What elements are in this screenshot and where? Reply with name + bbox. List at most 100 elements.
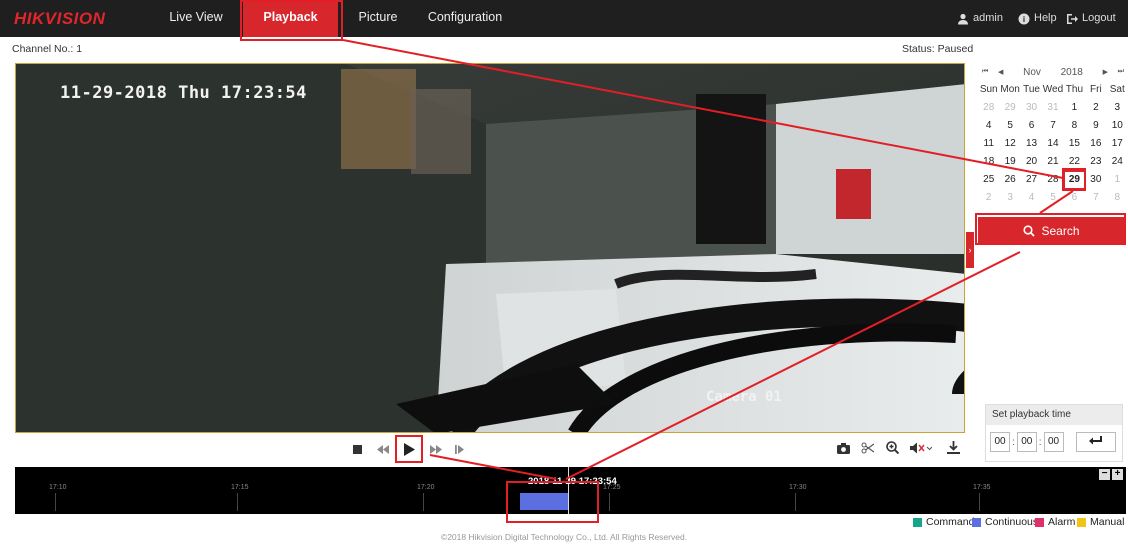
calendar-day[interactable]: 4	[978, 117, 999, 135]
rewind-icon	[377, 445, 389, 454]
calendar-month: Nov	[1023, 66, 1041, 78]
calendar-day[interactable]: 26	[999, 171, 1020, 189]
timeline-cursor[interactable]	[568, 467, 569, 514]
calendar-day[interactable]: 1	[1107, 171, 1128, 189]
calendar-day[interactable]: 5	[1042, 189, 1063, 207]
play-icon	[403, 443, 415, 456]
capture-button[interactable]	[834, 440, 852, 460]
legend-swatch	[972, 517, 981, 527]
timeline-zoom-out-button[interactable]: −	[1099, 469, 1110, 480]
legend-manual: Manual	[1077, 516, 1124, 528]
calendar-day[interactable]: 20	[1021, 153, 1042, 171]
calendar-day[interactable]: 6	[1064, 189, 1085, 207]
calendar-day[interactable]: 17	[1107, 135, 1128, 153]
legend-swatch	[1077, 517, 1086, 527]
search-button[interactable]: Search	[978, 217, 1125, 244]
weekday-label: Thu	[1065, 84, 1084, 95]
frame-step-icon	[455, 445, 464, 454]
calendar-day[interactable]: 4	[1021, 189, 1042, 207]
next-year-button[interactable]: ⏭	[1118, 68, 1124, 76]
calendar-day[interactable]: 25	[978, 171, 999, 189]
calendar-day[interactable]: 24	[1107, 153, 1128, 171]
timeline-tick: 17:35	[973, 484, 991, 491]
top-nav-bar: HIKVISION Live View Playback Picture Con…	[0, 0, 1128, 37]
calendar-day[interactable]: 7	[1085, 189, 1106, 207]
calendar-day[interactable]: 14	[1042, 135, 1063, 153]
calendar-day[interactable]: 27	[1021, 171, 1042, 189]
scissors-icon	[861, 442, 874, 454]
legend-continuous: Continuous	[972, 516, 1038, 528]
goto-time-button[interactable]	[1075, 432, 1116, 452]
prev-month-button[interactable]: ◀	[998, 68, 1003, 76]
fast-forward-icon	[430, 445, 442, 454]
calendar-day[interactable]: 3	[999, 189, 1020, 207]
calendar-day[interactable]: 8	[1064, 117, 1085, 135]
legend-swatch	[1035, 517, 1044, 527]
calendar-day[interactable]: 28	[1042, 171, 1063, 189]
calendar-day[interactable]: 29	[999, 99, 1020, 117]
download-button[interactable]	[944, 440, 962, 460]
logout-link[interactable]: Logout	[1066, 0, 1116, 37]
camera-icon	[836, 443, 850, 454]
channel-number: Channel No.: 1	[12, 43, 83, 55]
legend-label: Continuous	[985, 516, 1039, 528]
stop-button[interactable]	[350, 440, 364, 460]
timeline-bar[interactable]: 17:10 17:15 17:20 17:25 17:30 17:35 2018…	[15, 467, 1126, 514]
calendar-day[interactable]: 8	[1107, 189, 1128, 207]
calendar-day[interactable]: 5	[999, 117, 1020, 135]
prev-year-button[interactable]: ⏮	[982, 68, 988, 76]
time-separator: :	[1012, 436, 1015, 448]
timeline-gridline	[237, 493, 238, 511]
calendar-day[interactable]: 18	[978, 153, 999, 171]
tab-picture[interactable]: Picture	[349, 0, 407, 37]
set-playback-time-title: Set playback time	[986, 405, 1122, 425]
calendar-grid: Sun Mon Tue Wed Thu Fri Sat 28 29 30 31 …	[978, 81, 1128, 207]
next-month-button[interactable]: ▶	[1103, 68, 1108, 76]
calendar-day[interactable]: 6	[1021, 117, 1042, 135]
calendar-day[interactable]: 2	[978, 189, 999, 207]
calendar-day[interactable]: 30	[1021, 99, 1042, 117]
calendar-day[interactable]: 19	[999, 153, 1020, 171]
play-button[interactable]	[400, 440, 418, 460]
calendar-day[interactable]: 2	[1085, 99, 1106, 117]
hour-input[interactable]: 00	[990, 432, 1010, 452]
legend-swatch	[913, 517, 922, 527]
digital-zoom-button[interactable]	[883, 440, 901, 460]
second-input[interactable]: 00	[1043, 432, 1064, 452]
collapse-panel-handle[interactable]: ›	[966, 232, 974, 268]
calendar-day[interactable]: 1	[1064, 99, 1085, 117]
calendar-day[interactable]: 23	[1085, 153, 1106, 171]
calendar-day[interactable]: 7	[1042, 117, 1063, 135]
video-player[interactable]: 11-29-2018 Thu 17:23:54 Camera 01	[15, 63, 965, 433]
stop-icon	[352, 445, 362, 454]
minute-input[interactable]: 00	[1016, 432, 1037, 452]
help-link[interactable]: i Help	[1018, 0, 1057, 37]
calendar-day[interactable]: 30	[1085, 171, 1106, 189]
calendar-day[interactable]: 21	[1042, 153, 1063, 171]
calendar-day[interactable]: 10	[1107, 117, 1128, 135]
calendar-day[interactable]: 11	[978, 135, 999, 153]
tab-playback[interactable]: Playback	[243, 0, 338, 37]
continuous-recording-segment[interactable]	[520, 493, 568, 510]
audio-button[interactable]	[908, 440, 934, 460]
timeline-zoom-in-button[interactable]: +	[1112, 469, 1123, 480]
calendar-day[interactable]: 12	[999, 135, 1020, 153]
calendar-day-selected[interactable]: 29	[1062, 170, 1087, 190]
calendar-day[interactable]: 31	[1042, 99, 1063, 117]
calendar-day[interactable]: 22	[1064, 153, 1085, 171]
calendar-day[interactable]: 13	[1021, 135, 1042, 153]
calendar-day[interactable]: 15	[1064, 135, 1085, 153]
legend-label: Alarm	[1048, 516, 1076, 528]
clip-button[interactable]	[858, 440, 876, 460]
tab-configuration[interactable]: Configuration	[415, 0, 515, 37]
slow-backward-button[interactable]	[375, 440, 391, 460]
help-label: Help	[1034, 12, 1057, 24]
calendar-day[interactable]: 3	[1107, 99, 1128, 117]
fast-forward-button[interactable]	[428, 440, 444, 460]
tab-live-view[interactable]: Live View	[160, 0, 232, 37]
frame-step-button[interactable]	[452, 440, 468, 460]
user-menu[interactable]: admin	[957, 0, 1003, 37]
calendar-day[interactable]: 9	[1085, 117, 1106, 135]
calendar-day[interactable]: 28	[978, 99, 999, 117]
calendar-day[interactable]: 16	[1085, 135, 1106, 153]
